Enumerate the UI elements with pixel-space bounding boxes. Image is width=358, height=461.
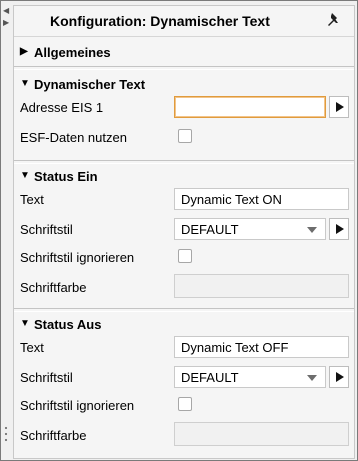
pin-icon[interactable] [326,12,342,28]
status-ein-color-label: Schriftfarbe [20,280,87,295]
esf-label: ESF-Daten nutzen [20,130,127,145]
expand-right-icon: ▶ [20,46,28,57]
expand-down-icon: ▼ [20,78,30,89]
divider [14,160,354,164]
status-ein-text-label: Text [20,192,44,207]
status-ein-style-button[interactable] [329,218,349,240]
status-aus-style-select[interactable]: DEFAULT [174,366,326,388]
section-allgemeines[interactable]: ▶ Allgemeines [14,42,354,64]
chevron-down-icon [307,227,317,233]
chevron-down-icon [307,375,317,381]
status-aus-ignore-checkbox[interactable] [178,397,192,411]
status-aus-style-label: Schriftstil [20,370,73,385]
expand-down-icon: ▼ [20,318,30,329]
status-ein-ignore-checkbox[interactable] [178,249,192,263]
status-aus-style-button[interactable] [329,366,349,388]
section-allgemeines-label: Allgemeines [34,45,111,60]
section-status-ein-label: Status Ein [34,169,98,184]
status-aus-text-input[interactable]: Dynamic Text OFF [174,336,349,358]
status-ein-style-label: Schriftstil [20,222,73,237]
window-frame: ◀ ▶ Konfiguration: Dynamischer Text ▶ Al… [0,0,358,461]
address-input[interactable] [174,96,326,118]
status-aus-style-value: DEFAULT [181,370,239,385]
divider [14,308,354,312]
section-status-ein[interactable]: ▼ Status Ein [14,166,354,188]
status-ein-style-select[interactable]: DEFAULT [174,218,326,240]
status-ein-color-field[interactable] [174,274,349,298]
panel-title: Konfiguration: Dynamischer Text [50,13,270,29]
esf-checkbox[interactable] [178,129,192,143]
panel-titlebar: Konfiguration: Dynamischer Text [14,6,354,37]
section-status-aus-label: Status Aus [34,317,102,332]
status-aus-text-label: Text [20,340,44,355]
configuration-panel: Konfiguration: Dynamischer Text ▶ Allgem… [13,5,355,459]
expand-down-icon: ▼ [20,170,30,181]
left-gutter: ◀ ▶ [1,1,11,460]
status-ein-style-value: DEFAULT [181,222,239,237]
collapse-left-icon[interactable]: ◀ [3,7,9,15]
section-dynamischer-text[interactable]: ▼ Dynamischer Text [14,74,354,96]
resize-grip-icon[interactable] [4,425,8,443]
status-ein-ignore-label: Schriftstil ignorieren [20,250,135,265]
status-aus-color-field[interactable] [174,422,349,446]
section-status-aus[interactable]: ▼ Status Aus [14,314,354,336]
collapse-right-icon[interactable]: ▶ [3,19,9,27]
divider [14,66,354,70]
address-select-button[interactable] [329,96,349,118]
status-ein-text-input[interactable]: Dynamic Text ON [174,188,349,210]
status-aus-ignore-label: Schriftstil ignorieren [20,398,135,413]
address-label: Adresse EIS 1 [20,100,104,115]
section-dynamischer-text-label: Dynamischer Text [34,77,146,92]
status-aus-color-label: Schriftfarbe [20,428,87,443]
